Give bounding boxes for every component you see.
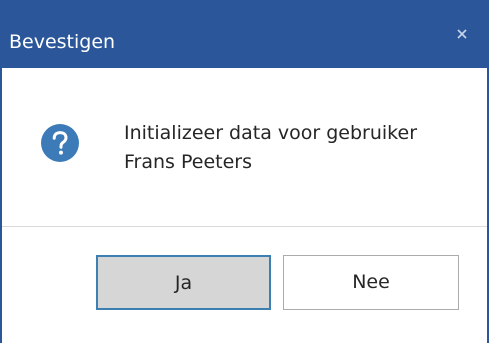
confirm-dialog: Bevestigen Initializeer data voor gebrui… [0, 0, 489, 343]
question-icon [40, 123, 80, 163]
message-text: Initializeer data voor gebruiker Frans P… [124, 119, 464, 177]
window-border-left [0, 68, 2, 343]
dialog-title: Bevestigen [9, 31, 116, 53]
message-line-2: Frans Peeters [124, 151, 252, 173]
yes-button[interactable]: Ja [96, 255, 271, 310]
title-bar: Bevestigen [0, 0, 489, 68]
button-area-divider [2, 226, 487, 227]
no-button[interactable]: Nee [283, 255, 459, 310]
close-button[interactable] [448, 20, 476, 48]
message-line-1: Initializeer data voor gebruiker [124, 122, 418, 144]
close-icon [457, 29, 467, 39]
